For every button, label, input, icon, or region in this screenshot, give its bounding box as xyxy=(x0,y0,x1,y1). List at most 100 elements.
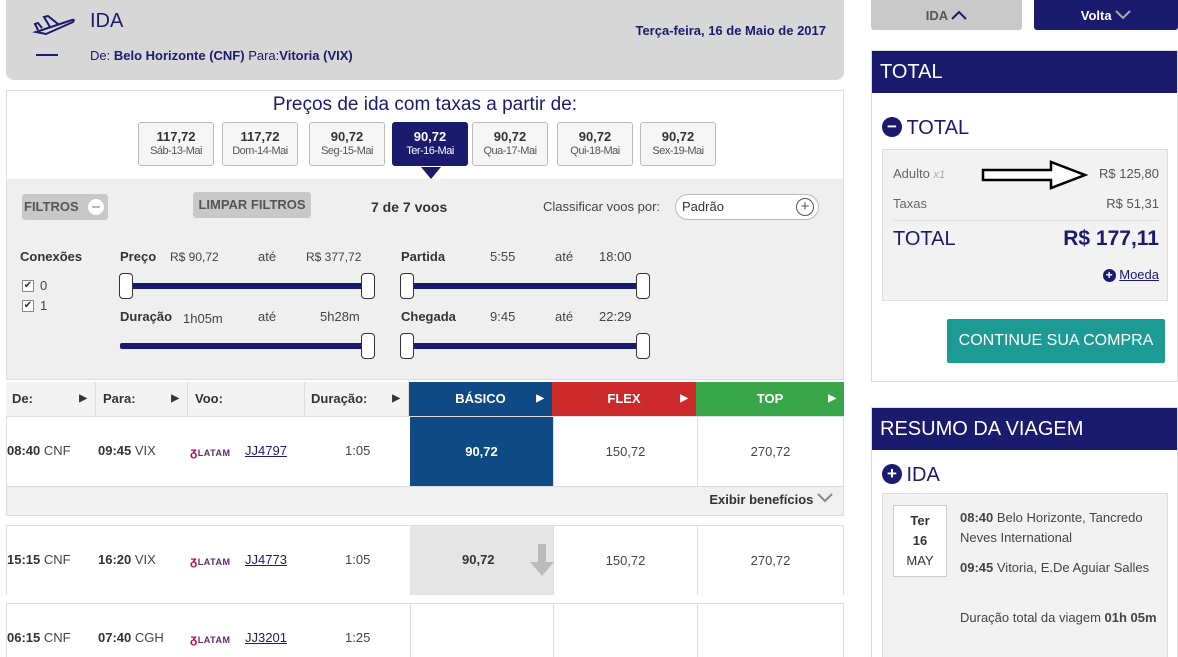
caret-right-icon: ▶ xyxy=(536,393,544,404)
duration-min: 1h05m xyxy=(183,311,223,326)
arrival-slider-track[interactable] xyxy=(407,343,647,349)
plus-circle-icon: + xyxy=(882,464,902,484)
route-info: De: Belo Horizonte (CNF) Para:Vitoria (V… xyxy=(90,48,353,63)
departure-slider-min-handle[interactable] xyxy=(400,273,414,299)
itinerary-arrival: 09:45 Vitoria, E.De Aguiar Salles xyxy=(960,558,1165,578)
price-slider-min-handle[interactable] xyxy=(119,273,133,299)
price-summary: Adulto x1 R$ 125,80 Taxas R$ 51,31 TOTAL… xyxy=(882,149,1168,301)
date-option[interactable]: 90,72 Sex-19-Mai xyxy=(640,122,716,166)
total-card-header: TOTAL xyxy=(872,51,1177,93)
arrival-time: 09:45 xyxy=(98,443,132,458)
plus-icon: + xyxy=(796,198,814,216)
tab-ida[interactable]: IDA xyxy=(871,0,1022,30)
date-price: 90,72 xyxy=(330,129,364,144)
itinerary-box: Ter 16 MAY 08:40 Belo Horizonte, Tancred… xyxy=(882,493,1168,657)
flight-number-link[interactable]: JJ4773 xyxy=(245,552,287,567)
sort-value: Padrão xyxy=(682,199,724,214)
price-slider-max-handle[interactable] xyxy=(361,273,375,299)
caret-right-icon: ▶ xyxy=(79,393,87,404)
total-section-toggle[interactable]: − TOTAL xyxy=(882,117,969,140)
date-option[interactable]: 117,72 Sáb-13-Mai xyxy=(138,122,214,166)
departure-slider-max-handle[interactable] xyxy=(636,273,650,299)
day-name: Ter xyxy=(910,513,930,528)
total-section-title: TOTAL xyxy=(906,117,970,139)
date-option[interactable]: 90,72 Qua-17-Mai xyxy=(472,122,548,166)
prices-title: Preços de ida com taxas a partir de: xyxy=(272,94,578,115)
date-badge: Ter 16 MAY xyxy=(893,505,947,577)
sort-label: Classificar voos por: xyxy=(543,199,661,214)
airline-name: LATAM xyxy=(197,448,231,458)
top-label: TOP xyxy=(756,391,784,406)
sort-by-duration[interactable]: Duração: ▶ xyxy=(305,382,409,416)
fare-top-cell[interactable]: 270,72 xyxy=(698,526,843,595)
fare-basico-cell[interactable]: 90,72 xyxy=(410,526,554,595)
flight-count: 7 de 7 voos xyxy=(371,199,448,215)
summary-ida-toggle[interactable]: + IDA xyxy=(882,464,940,487)
currency-label: Moeda xyxy=(1119,267,1159,282)
departure-time: 08:40 xyxy=(7,443,41,458)
arrival-slider-min-handle[interactable] xyxy=(400,333,414,359)
arrival: 16:20 VIX xyxy=(98,552,156,567)
clear-filters-button[interactable]: LIMPAR FILTROS xyxy=(193,192,311,218)
fare-flex-cell[interactable]: 150,72 xyxy=(554,417,697,486)
price-filter-label: Preço xyxy=(120,249,157,264)
price-slider-track[interactable] xyxy=(120,283,370,289)
fare-basico-cell[interactable]: 90,72 xyxy=(410,417,553,486)
date-price: 117,72 xyxy=(156,129,196,144)
flight-header: Voo: xyxy=(188,382,305,416)
flight-number-link[interactable]: JJ3201 xyxy=(245,630,287,645)
continue-purchase-button[interactable]: CONTINUE SUA COMPRA xyxy=(947,319,1165,363)
month: MAY xyxy=(906,553,934,568)
from-label: De: xyxy=(90,48,111,63)
departure-airport: CNF xyxy=(43,443,71,458)
connections-0-checkbox[interactable]: ✔ xyxy=(22,280,34,292)
connections-label: Conexões xyxy=(20,249,83,264)
airplane-icon xyxy=(32,14,75,36)
tab-volta[interactable]: Volta xyxy=(1034,0,1178,30)
date-option[interactable]: 117,72 Dom-14-Mai xyxy=(222,122,298,166)
flight-row[interactable]: 06:15 CNF 07:40 CGH ᵹLATAM JJ3201 1:25 xyxy=(6,603,844,657)
total-label: TOTAL xyxy=(893,228,956,250)
itinerary-duration: Duração total da viagem 01h 05m xyxy=(960,608,1165,628)
flight-row[interactable]: 15:15 CNF 16:20 VIX ᵹLATAM JJ4773 1:05 9… xyxy=(6,525,844,595)
date-option[interactable]: 90,72 Qui-18-Mai xyxy=(557,122,633,166)
departure-slider-track[interactable] xyxy=(407,283,647,289)
summary-departure-time: 08:40 xyxy=(960,510,994,525)
duration-header: Duração: xyxy=(311,391,368,406)
sort-select[interactable]: Padrão + xyxy=(675,194,819,220)
date-price: 117,72 xyxy=(240,129,280,144)
flight-number-link[interactable]: JJ4797 xyxy=(245,443,287,458)
filters-toggle-button[interactable]: FILTROS xyxy=(22,194,108,220)
summary-arrival-time: 09:45 xyxy=(960,560,994,575)
sort-by-origin[interactable]: De: ▶ xyxy=(6,382,96,416)
date-label: Seg-15-Mai xyxy=(321,145,373,157)
currency-link[interactable]: + Moeda xyxy=(1102,267,1159,282)
chevron-up-icon xyxy=(951,10,967,20)
show-benefits-button[interactable]: Exibir benefícios xyxy=(6,486,844,516)
benefits-label: Exibir benefícios xyxy=(709,492,814,507)
chevron-down-icon xyxy=(1115,10,1131,20)
minus-circle-icon: − xyxy=(882,117,902,137)
arrival-to-label: até xyxy=(555,309,574,324)
duration: 1:05 xyxy=(345,552,371,567)
arrival-slider-max-handle[interactable] xyxy=(636,333,650,359)
date-option[interactable]: 90,72 Ter-16-Mai xyxy=(392,122,468,179)
basico-label: BÁSICO xyxy=(455,391,506,406)
origin: Belo Horizonte (CNF) xyxy=(113,48,245,63)
date-label: Dom-14-Mai xyxy=(232,145,288,157)
flight-row[interactable]: 08:40 CNF 09:45 VIX ᵹLATAM JJ4797 1:05 9… xyxy=(6,416,844,486)
fare-basico-header[interactable]: BÁSICO ▶ xyxy=(409,382,552,416)
fare-top-header[interactable]: TOP ▶ xyxy=(696,382,844,416)
connections-1-checkbox[interactable]: ✔ xyxy=(22,300,34,312)
duration-slider-max-handle[interactable] xyxy=(361,333,375,359)
duration: 1:25 xyxy=(345,630,371,645)
trip-header: IDA De: Belo Horizonte (CNF) Para:Vitori… xyxy=(6,0,844,80)
arrival-min: 9:45 xyxy=(490,309,516,324)
trip-summary-card: RESUMO DA VIAGEM + IDA Ter 16 MAY 08:40 … xyxy=(871,407,1178,657)
fare-flex-cell[interactable]: 150,72 xyxy=(554,526,697,595)
fare-flex-header[interactable]: FLEX ▶ xyxy=(552,382,696,416)
duration-slider-track[interactable] xyxy=(120,343,370,349)
fare-top-cell[interactable]: 270,72 xyxy=(698,417,843,486)
date-option[interactable]: 90,72 Seg-15-Mai xyxy=(309,122,385,166)
sort-by-destination[interactable]: Para: ▶ xyxy=(96,382,188,416)
